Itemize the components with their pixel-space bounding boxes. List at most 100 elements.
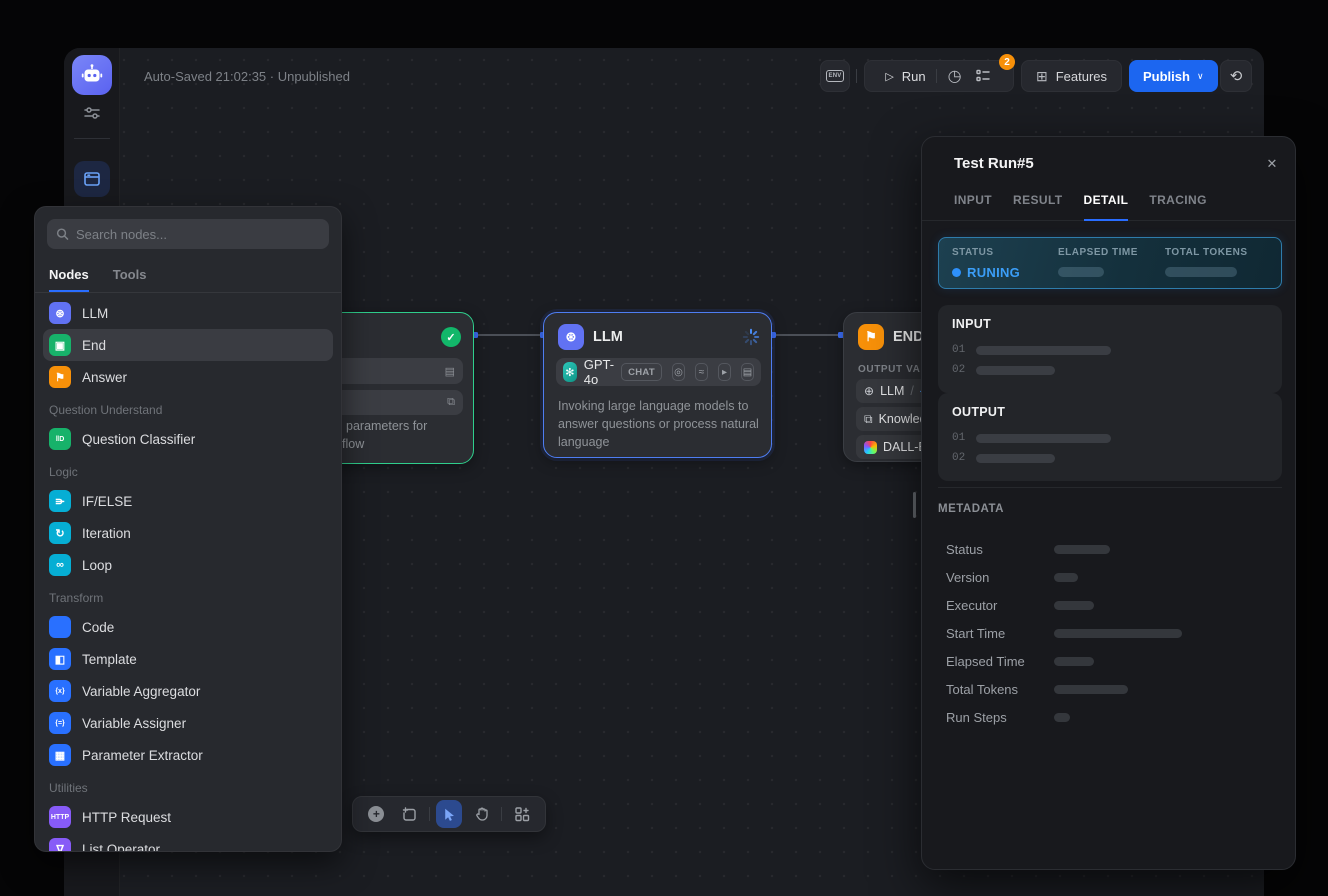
section-title: Utilities [43, 771, 333, 801]
node-item-code[interactable]: Code [43, 611, 333, 643]
organize-nodes-button[interactable] [508, 800, 535, 828]
features-squares-plus-icon: ⊞ [1036, 68, 1048, 85]
node-item-parameter-extractor[interactable]: ▦Parameter Extractor [43, 739, 333, 771]
parameter-extractor-icon: ▦ [49, 744, 71, 766]
publish-button[interactable]: Publish ∨ [1129, 60, 1218, 92]
variable-name: LLM [880, 384, 904, 398]
node-item-variable-assigner[interactable]: {=}Variable Assigner [43, 707, 333, 739]
node-item-label: Code [82, 620, 114, 635]
search-input[interactable] [76, 227, 320, 242]
node-item-label: Loop [82, 558, 112, 573]
io-row: 02 [952, 361, 1268, 379]
robot-icon [80, 63, 104, 87]
tab-tools[interactable]: Tools [113, 261, 147, 292]
node-item-label: Template [82, 652, 137, 667]
io-row: 01 [952, 341, 1268, 359]
llm-node[interactable]: ⊛ LLM ✻ GPT-4o CHAT ◎ ≈ ▸ [543, 312, 772, 458]
node-panel-tabs: Nodes Tools [35, 257, 341, 293]
node-item-if-else[interactable]: ⋔IF/ELSE [43, 485, 333, 517]
node-item-label: End [82, 338, 106, 353]
edge-llm-to-end [775, 334, 841, 336]
canvas-scrollbar-thumb[interactable] [913, 492, 916, 518]
metadata-skeleton [1054, 601, 1094, 610]
input-card: INPUT 0102 [938, 305, 1282, 393]
search-box[interactable] [47, 219, 329, 249]
variable-aggregator-icon: {x} [49, 680, 71, 702]
features-button-label: Features [1056, 69, 1107, 84]
close-icon[interactable]: ✕ [1262, 154, 1282, 174]
tab-result[interactable]: RESULT [1013, 183, 1063, 221]
metadata-skeleton [1054, 545, 1110, 554]
run-button-group: ▷ Run ◷ [864, 60, 1014, 92]
end-icon: ▣ [49, 334, 71, 356]
node-item-iteration[interactable]: ↻Iteration [43, 517, 333, 549]
node-item-list-operator[interactable]: ∇List Operator [43, 833, 333, 851]
search-icon [56, 227, 69, 241]
llm-node-description: Invoking large language models to answer… [558, 397, 760, 451]
llm-icon: ⊛ [49, 302, 71, 324]
checklist-count-badge[interactable]: 2 [999, 54, 1015, 70]
version-history-button[interactable]: ⟲ [1220, 60, 1252, 92]
copy-icon: ⧉ [447, 396, 455, 409]
metadata-skeleton [1054, 685, 1128, 694]
run-button[interactable]: Run [902, 69, 926, 84]
document-capability-icon: ▤ [741, 363, 754, 381]
node-item-variable-aggregator[interactable]: {x}Variable Aggregator [43, 675, 333, 707]
test-run-title: Test Run#5 [954, 155, 1034, 172]
tab-input[interactable]: INPUT [954, 183, 992, 221]
toolbar-separator [501, 807, 502, 821]
metadata-label: Run Steps [946, 710, 1007, 725]
run-play-icon[interactable]: ▷ [885, 70, 893, 83]
pointer-mode-button[interactable] [436, 800, 463, 828]
metadata-skeleton [1054, 657, 1094, 666]
answer-icon: ⚑ [49, 366, 71, 388]
node-item-end[interactable]: ▣ End [43, 329, 333, 361]
tab-detail[interactable]: DETAIL [1084, 183, 1129, 221]
node-item-label: Answer [82, 370, 127, 385]
run-group-separator [936, 69, 937, 83]
row-index: 01 [952, 432, 965, 444]
app-avatar-robot-icon[interactable] [72, 55, 112, 95]
node-item-loop[interactable]: ∞Loop [43, 549, 333, 581]
preferences-sliders-icon[interactable] [80, 101, 104, 125]
end-node-icon: ⚑ [858, 324, 884, 350]
metadata-label: Start Time [946, 626, 1005, 641]
add-node-button[interactable]: + [363, 800, 390, 828]
vision-capability-icon: ◎ [672, 363, 685, 381]
tab-tracing[interactable]: TRACING [1149, 183, 1206, 221]
metadata-row-status: Status [946, 535, 1282, 563]
metadata-row-run-steps: Run Steps [946, 703, 1282, 731]
toolbar-separator [429, 807, 430, 821]
run-history-icon[interactable]: ◷ [945, 66, 965, 86]
add-note-button[interactable] [396, 800, 423, 828]
output-card: OUTPUT 0102 [938, 393, 1282, 481]
metadata-skeleton [1054, 629, 1182, 638]
section-divider [938, 487, 1282, 488]
checklist-icon[interactable] [973, 66, 993, 86]
total-tokens-label: TOTAL TOKENS [1165, 247, 1248, 258]
node-item-question-classifier[interactable]: ‖DQuestion Classifier [43, 423, 333, 455]
node-item-http-request[interactable]: HTTPHTTP Request [43, 801, 333, 833]
hand-mode-button[interactable] [468, 800, 495, 828]
metadata-label: Executor [946, 598, 997, 613]
status-label: STATUS [952, 247, 1020, 258]
node-item-llm[interactable]: ⊛LLM [43, 297, 333, 329]
node-item-answer[interactable]: ⚑ Answer [43, 361, 333, 393]
question-classifier-icon: ‖D [49, 428, 71, 450]
node-item-template[interactable]: ◧Template [43, 643, 333, 675]
toolbar-separator [856, 69, 857, 83]
cursor-icon [441, 807, 456, 822]
list-operator-icon: ∇ [49, 838, 71, 851]
chat-mode-badge: CHAT [621, 363, 662, 381]
llm-node-title: LLM [593, 329, 623, 345]
tab-nodes[interactable]: Nodes [49, 261, 89, 292]
status-card: STATUS RUNING ELAPSED TIME TOTAL TOKENS [938, 237, 1282, 289]
preview-window-icon[interactable] [74, 161, 110, 197]
model-selector[interactable]: ✻ GPT-4o CHAT ◎ ≈ ▸ ▤ [556, 358, 761, 386]
organize-layout-icon [514, 806, 530, 822]
env-variables-button[interactable]: ENV [820, 60, 850, 92]
variable-assigner-icon: {=} [49, 712, 71, 734]
node-item-label: HTTP Request [82, 810, 171, 825]
features-button[interactable]: ⊞ Features [1021, 60, 1122, 92]
knowledge-var-icon: ⧉ [864, 412, 873, 427]
